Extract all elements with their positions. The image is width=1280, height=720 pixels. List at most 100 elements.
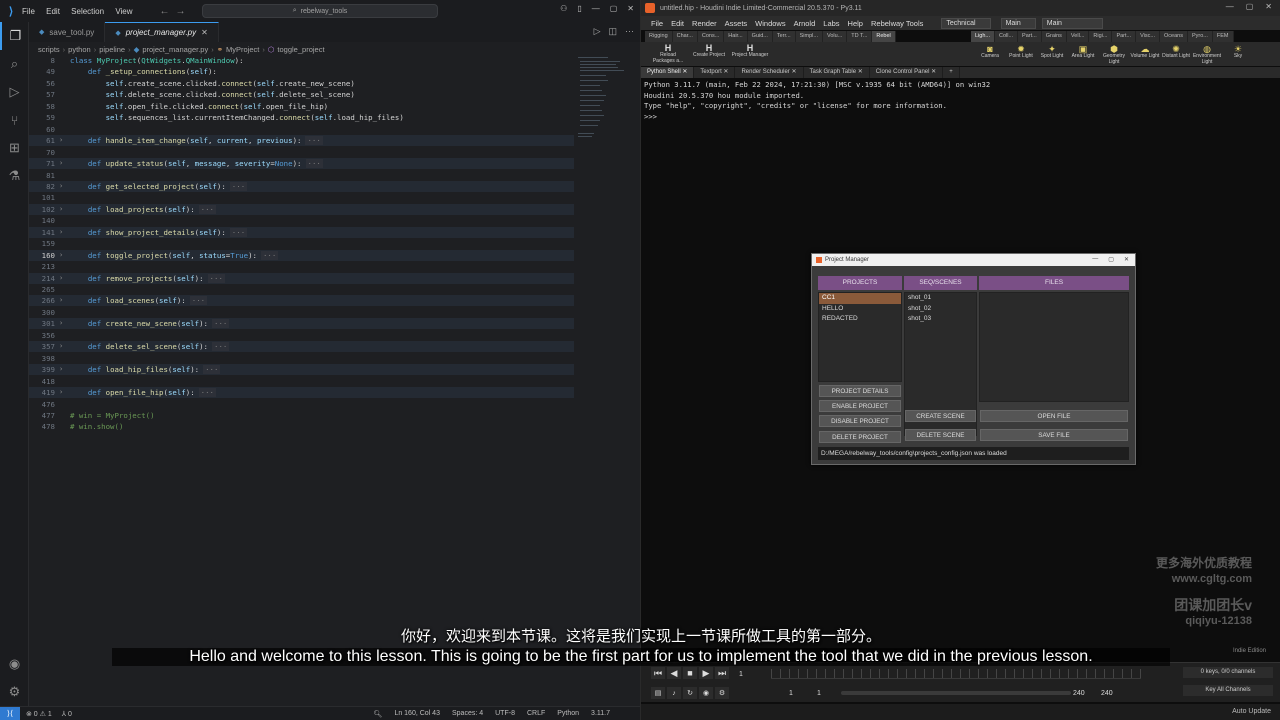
menu-view[interactable]: View <box>115 7 132 16</box>
command-search[interactable]: ⌕ rebelway_tools <box>202 4 438 18</box>
project-item[interactable]: REDACTED <box>819 314 901 325</box>
menu-selection[interactable]: Selection <box>71 7 104 16</box>
code-line[interactable]: 477 # win = MyProject() <box>29 410 574 421</box>
run-file-icon[interactable]: ▷ <box>594 26 601 37</box>
fold-chevron-icon[interactable]: › <box>59 295 63 306</box>
menu-assets[interactable]: Assets <box>725 19 748 28</box>
menu-edit[interactable]: Edit <box>671 19 684 28</box>
search-view-icon[interactable]: ⌕ <box>0 50 29 78</box>
menu-file[interactable]: File <box>22 7 35 16</box>
desktop-selector-2[interactable]: Main <box>1000 17 1036 29</box>
light-tool[interactable]: ◍ Environment Light <box>1192 44 1222 65</box>
code-line[interactable]: 82 › def get_selected_project(self): ··· <box>29 180 574 192</box>
encoding-status[interactable]: UTF-8 <box>495 710 515 718</box>
light-tool[interactable]: ✺ Distant Light <box>1161 44 1191 60</box>
menu-labs[interactable]: Labs <box>823 19 839 28</box>
run-debug-icon[interactable]: ▷ <box>0 78 29 106</box>
code-line[interactable]: 141 › def show_project_details(self): ··· <box>29 226 574 238</box>
shelf-tab[interactable]: Volu... <box>822 31 848 42</box>
breadcrumb-item[interactable]: project_manager.py <box>142 45 208 54</box>
shelf-tab[interactable]: Char... <box>672 31 698 42</box>
code-line[interactable]: 357 › def delete_sel_scene(self): ··· <box>29 341 574 353</box>
shelf-tab[interactable]: Rigi... <box>1089 31 1113 42</box>
fold-chevron-icon[interactable]: › <box>59 227 63 238</box>
code-line[interactable]: 60 <box>29 124 574 135</box>
range-start-2[interactable]: 1 <box>817 690 821 697</box>
code-line[interactable]: 265 <box>29 284 574 295</box>
fold-chevron-icon[interactable]: › <box>59 273 63 284</box>
close-button[interactable]: ✕ <box>1124 256 1129 263</box>
code-line[interactable]: 399 › def load_hip_files(self): ··· <box>29 364 574 376</box>
menu-rebelway-tools[interactable]: Rebelway Tools <box>871 19 923 28</box>
fold-chevron-icon[interactable]: › <box>59 364 63 375</box>
scene-item[interactable]: shot_01 <box>905 293 976 304</box>
fold-chevron-icon[interactable]: › <box>59 318 63 329</box>
zoom-icon[interactable]: 🔍︎ <box>374 710 383 718</box>
enable-project-button[interactable]: ENABLE PROJECT <box>819 400 901 412</box>
timeline-ruler[interactable] <box>771 669 1141 679</box>
source-control-icon[interactable]: ⑂ <box>0 106 29 134</box>
realtime-icon[interactable]: ▤ <box>651 687 665 699</box>
fold-chevron-icon[interactable]: › <box>59 158 63 169</box>
close-button[interactable]: ✕ <box>627 4 634 13</box>
code-line[interactable]: 49 def _setup_connections(self): <box>29 66 574 77</box>
code-line[interactable]: 101 <box>29 192 574 203</box>
fold-chevron-icon[interactable]: › <box>59 181 63 192</box>
code-line[interactable]: 58 self.open_file.clicked.connect(self.o… <box>29 101 574 112</box>
menu-arnold[interactable]: Arnold <box>794 19 816 28</box>
ports-status[interactable]: ⅄ 0 <box>62 710 72 718</box>
pane-tab[interactable]: Python Shell ✕ <box>641 67 695 78</box>
delete-project-button[interactable]: DELETE PROJECT <box>819 431 901 443</box>
breadcrumb-item[interactable]: toggle_project <box>277 45 324 54</box>
shelf-tab[interactable]: Hair... <box>724 31 748 42</box>
current-frame[interactable]: 1 <box>739 671 743 678</box>
light-tool[interactable]: ✦ Spot Light <box>1037 44 1067 60</box>
code-line[interactable]: 214 › def remove_projects(self): ··· <box>29 272 574 284</box>
pane-tab[interactable]: Textport ✕ <box>694 67 736 78</box>
range-slider[interactable] <box>841 691 1071 695</box>
menu-edit[interactable]: Edit <box>46 7 60 16</box>
range-start[interactable]: 1 <box>789 690 793 697</box>
add-tab-icon[interactable]: + <box>943 67 960 78</box>
code-line[interactable]: 398 <box>29 353 574 364</box>
code-line[interactable]: 71 › def update_status(self, message, sev… <box>29 158 574 170</box>
maximize-button[interactable]: ▢ <box>1246 2 1254 11</box>
menu-windows[interactable]: Windows <box>755 19 785 28</box>
indentation-status[interactable]: Spaces: 4 <box>452 710 483 718</box>
desktop-selector-3[interactable]: Main <box>1041 17 1103 29</box>
shelf-tab[interactable]: Grains <box>1041 31 1067 42</box>
code-line[interactable]: 159 <box>29 238 574 249</box>
maximize-button[interactable]: ▢ <box>610 4 618 13</box>
manage-gear-icon[interactable]: ⚙ <box>0 678 29 706</box>
copilot-icon[interactable]: ⚇ <box>560 4 567 13</box>
account-icon[interactable]: ◉ <box>0 650 29 678</box>
code-line[interactable]: 57 self.delete_scene.clicked.connect(sel… <box>29 89 574 100</box>
delete-scene-button[interactable]: DELETE SCENE <box>905 429 976 441</box>
project-details-button[interactable]: PROJECT DETAILS <box>819 385 901 397</box>
project-item[interactable]: HELLO <box>819 304 901 315</box>
audio-icon[interactable]: ♪ <box>667 687 681 699</box>
shelf-tab[interactable]: Vell... <box>1066 31 1090 42</box>
code-line[interactable]: 160 › def toggle_project(self, status=Tru… <box>29 249 574 261</box>
desktop-selector[interactable]: Technical <box>941 17 991 29</box>
code-line[interactable]: 70 <box>29 147 574 158</box>
shelf-tab[interactable]: FEM <box>1212 31 1234 42</box>
more-actions-icon[interactable]: ··· <box>625 26 634 37</box>
code-line[interactable]: 476 <box>29 399 574 410</box>
projects-list[interactable]: CC1 HELLO REDACTED <box>818 292 902 382</box>
fold-chevron-icon[interactable]: › <box>59 387 63 398</box>
cursor-position[interactable]: Ln 160, Col 43 <box>394 710 440 718</box>
code-line[interactable]: 418 <box>29 376 574 387</box>
eol-status[interactable]: CRLF <box>527 710 545 718</box>
shelf-tab[interactable]: Oceans <box>1160 31 1188 42</box>
project-item[interactable]: CC1 <box>819 293 901 304</box>
maximize-button[interactable]: ▢ <box>1108 256 1114 263</box>
open-file-button[interactable]: OPEN FILE <box>980 410 1128 422</box>
remote-icon[interactable]: ⟩⟨ <box>0 706 20 720</box>
code-line[interactable]: 301 › def create_new_scene(self): ··· <box>29 318 574 330</box>
shelf-tab[interactable]: Rebel <box>872 31 896 42</box>
nav-arrows-icon[interactable]: ←→ <box>160 6 192 17</box>
problems-status[interactable]: ⊗ 0 ⚠ 1 <box>26 710 52 718</box>
code-line[interactable]: 140 <box>29 215 574 226</box>
code-line[interactable]: 81 <box>29 170 574 181</box>
